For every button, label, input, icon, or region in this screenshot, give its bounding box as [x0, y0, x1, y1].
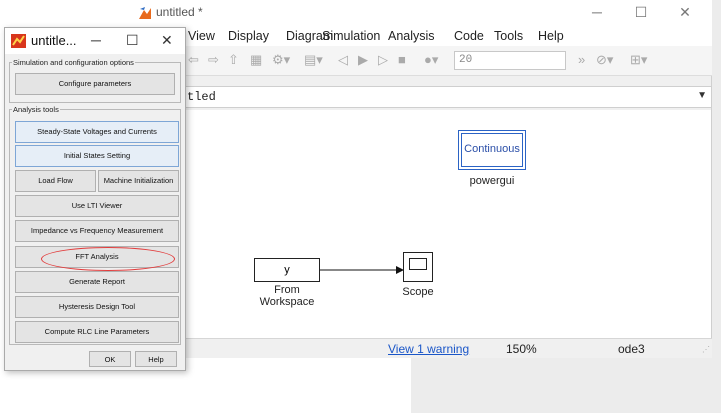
hysteresis-design-button[interactable]: Hysteresis Design Tool	[15, 296, 179, 318]
status-bar: View 1 warning 150% ode3 ⋰	[132, 338, 712, 358]
screen: untitled * ─ ☐ ✕ View Display Diagram Si…	[0, 0, 721, 413]
run-icon[interactable]: ▶	[358, 52, 368, 68]
menu-simulation[interactable]: Simulation	[322, 29, 380, 43]
chevron-down-icon[interactable]: ▼	[697, 90, 707, 101]
forward-arrow-icon[interactable]: ⇨	[208, 52, 219, 68]
step-back-icon[interactable]: ◁	[338, 52, 348, 68]
menu-help[interactable]: Help	[538, 29, 564, 43]
up-arrow-icon[interactable]: ⇧	[228, 52, 239, 68]
warning-link[interactable]: View 1 warning	[388, 342, 469, 356]
menu-analysis[interactable]: Analysis	[388, 29, 435, 43]
simulink-logo-icon	[139, 7, 151, 19]
menu-bar: View Display Diagram Simulation Analysis…	[132, 26, 712, 46]
load-flow-button[interactable]: Load Flow	[15, 170, 96, 192]
configure-parameters-button[interactable]: Configure parameters	[15, 73, 175, 95]
analysis-tools-title: Analysis tools	[13, 105, 59, 114]
toolbar: ⇦ ⇨ ⇧ ▦ ⚙▾ ▤▾ ◁ ▶ ▷ ■ ●▾ 20 » ⊘▾ ⊞▾	[132, 46, 712, 76]
signal-line[interactable]	[320, 263, 404, 277]
help-button[interactable]: Help	[135, 351, 177, 367]
library-icon[interactable]: ▦	[250, 52, 262, 68]
simulink-window-title: untitled *	[156, 5, 203, 19]
initial-states-button[interactable]: Initial States Setting	[15, 145, 179, 167]
grid-icon[interactable]: ⊞▾	[630, 52, 647, 68]
menu-tools[interactable]: Tools	[494, 29, 523, 43]
rlc-line-parameters-button[interactable]: Compute RLC Line Parameters	[15, 321, 179, 343]
zoom-level: 150%	[506, 342, 537, 356]
model-explorer-icon[interactable]: ▤▾	[304, 52, 323, 68]
scope-block[interactable]	[403, 252, 433, 282]
steady-state-button[interactable]: Steady-State Voltages and Currents	[15, 121, 179, 143]
annotation-ellipse	[41, 247, 175, 271]
from-workspace-block[interactable]: y	[254, 258, 320, 282]
powergui-label: powergui	[469, 175, 515, 187]
simulink-title-bar: untitled * ─ ☐ ✕	[132, 0, 712, 26]
generate-report-button[interactable]: Generate Report	[15, 271, 179, 293]
matlab-logo-icon	[11, 34, 26, 48]
dialog-maximize-icon[interactable]: ☐	[126, 32, 139, 49]
config-options-title: Simulation and configuration options	[13, 58, 134, 67]
lti-viewer-button[interactable]: Use LTI Viewer	[15, 195, 179, 217]
dialog-title-bar: untitle... ─ ☐ ✕	[5, 28, 185, 54]
scope-screen-icon	[409, 258, 427, 270]
back-arrow-icon[interactable]: ⇦	[188, 52, 199, 68]
from-workspace-label-line1: From	[274, 284, 300, 296]
from-workspace-label-line2: Workspace	[259, 296, 315, 308]
simulink-window: untitled * ─ ☐ ✕ View Display Diagram Si…	[132, 0, 712, 358]
minimize-icon[interactable]: ─	[582, 4, 612, 20]
model-canvas[interactable]: Continuous powergui y From Workspace Sco…	[132, 110, 712, 338]
dialog-minimize-icon[interactable]: ─	[91, 32, 101, 48]
breadcrumb-bar[interactable]: tled ▼	[132, 86, 712, 108]
check-icon[interactable]: ⊘▾	[596, 52, 613, 68]
powergui-block-text: Continuous	[464, 143, 520, 155]
step-forward-icon[interactable]: ▷	[378, 52, 388, 68]
solver-label: ode3	[618, 342, 645, 356]
stop-icon[interactable]: ■	[398, 52, 406, 67]
ok-button[interactable]: OK	[89, 351, 131, 367]
maximize-icon[interactable]: ☐	[626, 4, 656, 21]
scope-label: Scope	[402, 286, 434, 298]
breadcrumb: tled	[187, 90, 216, 104]
impedance-measurement-button[interactable]: Impedance vs Frequency Measurement	[15, 220, 179, 242]
settings-icon[interactable]: ⚙▾	[272, 52, 290, 68]
stop-time-input[interactable]: 20	[454, 51, 566, 70]
record-icon[interactable]: ●▾	[424, 52, 438, 68]
dialog-title: untitle...	[31, 33, 77, 48]
menu-code[interactable]: Code	[454, 29, 484, 43]
resize-grip-icon[interactable]: ⋰	[702, 345, 710, 354]
close-icon[interactable]: ✕	[670, 4, 700, 21]
powergui-block[interactable]: Continuous	[458, 130, 526, 170]
overflow-icon[interactable]: »	[578, 52, 585, 67]
menu-view[interactable]: View	[188, 29, 215, 43]
dialog-close-icon[interactable]: ✕	[161, 32, 173, 49]
from-workspace-text: y	[284, 264, 290, 276]
menu-display[interactable]: Display	[228, 29, 269, 43]
machine-initialization-button[interactable]: Machine Initialization	[98, 170, 179, 192]
powergui-dialog: untitle... ─ ☐ ✕ Simulation and configur…	[4, 27, 186, 371]
